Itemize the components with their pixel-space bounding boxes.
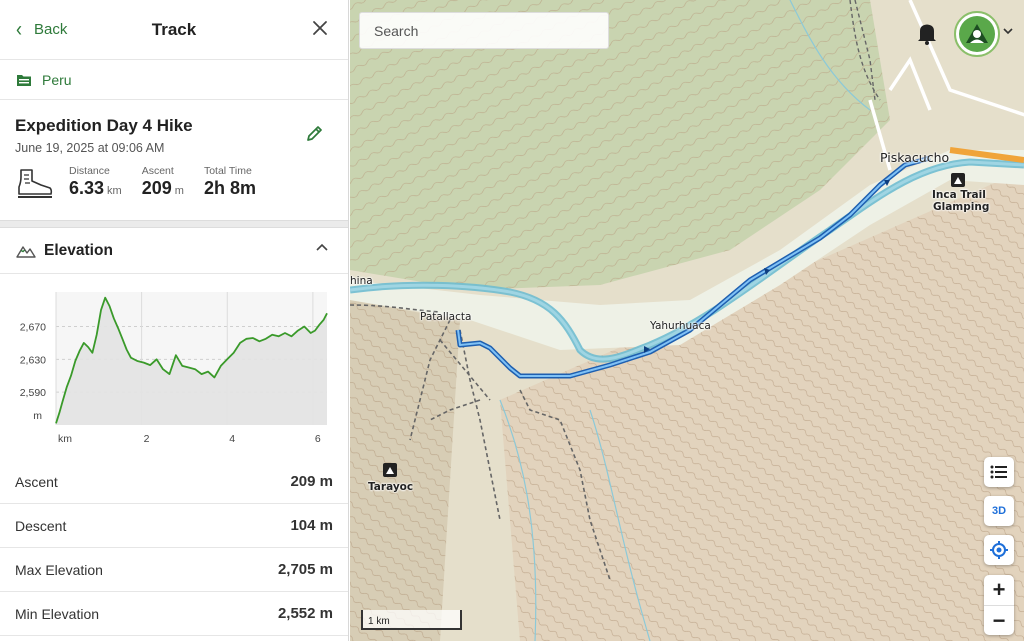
map-label-yahurhuaca: Yahurhuaca <box>650 320 711 332</box>
stat-ascent-unit: m <box>174 185 184 197</box>
close-icon[interactable] <box>310 18 330 38</box>
map-label-china: hina <box>350 275 373 287</box>
stat-ascent-label: Ascent <box>141 165 174 177</box>
elevation-chart: 2,670 2,630 2,590 m 2 4 6 km <box>20 292 328 445</box>
list-icon <box>990 465 1007 479</box>
folder-icon <box>17 74 31 86</box>
track-header: Expedition Day 4 Hike June 19, 2025 at 0… <box>0 100 348 220</box>
stat-total-time: Total Time 2h 8m <box>204 165 256 199</box>
summary-value: 2,705 m <box>277 561 333 578</box>
crosshair-icon <box>990 541 1008 559</box>
avatar-mountain-icon <box>959 16 995 52</box>
chart-y-tick-label: 2,630 <box>20 354 46 366</box>
elevation-summary: Ascent 209 m Descent 104 m Max Elevation… <box>0 460 348 636</box>
chart-y-tick-label: 2,590 <box>20 387 46 399</box>
search-input[interactable] <box>359 12 609 49</box>
user-avatar[interactable] <box>954 11 1000 57</box>
stat-distance-unit: km <box>107 185 122 197</box>
summary-label: Min Elevation <box>15 605 100 622</box>
stat-time-label: Total Time <box>203 165 252 177</box>
folder-label: Peru <box>42 71 72 88</box>
campsite-icon <box>951 173 965 187</box>
stat-distance-label: Distance <box>69 165 110 177</box>
section-divider <box>0 220 348 228</box>
stat-time-value: 2h 8m <box>203 178 256 198</box>
summary-value: 104 m <box>290 517 333 534</box>
map-label-piskacucho: Piskacucho <box>880 150 950 165</box>
map-label-patallacta: Patallacta <box>420 311 472 323</box>
summary-row: Ascent 209 m <box>0 460 348 504</box>
app-root: ‹ Back Track Peru Expedition Day 4 Hike … <box>0 0 1024 641</box>
map-label-tarayoc: Tarayoc <box>368 481 414 493</box>
hiking-boot-icon <box>18 169 53 198</box>
stat-ascent-value: 209 <box>141 178 172 198</box>
summary-value: 209 m <box>290 473 333 490</box>
summary-label: Max Elevation <box>15 561 103 578</box>
pencil-icon[interactable] <box>304 122 326 144</box>
elevation-section-label: Elevation <box>44 241 113 259</box>
stat-distance-value: 6.33 <box>69 178 105 198</box>
locate-me-button[interactable] <box>984 535 1014 565</box>
3d-toggle-button[interactable]: 3D <box>984 496 1014 526</box>
summary-value: 2,552 m <box>277 605 333 622</box>
zoom-in-button[interactable]: + <box>984 575 1014 605</box>
track-panel: ‹ Back Track Peru Expedition Day 4 Hike … <box>0 0 349 641</box>
zoom-controls: + − <box>984 575 1014 635</box>
folder-link[interactable]: Peru <box>0 60 348 100</box>
map-label-glamping: Glamping <box>933 201 990 213</box>
track-name: Expedition Day 4 Hike <box>15 116 193 135</box>
summary-row: Min Elevation 2,552 m <box>0 592 348 636</box>
summary-label: Ascent <box>15 473 58 490</box>
chevron-up-icon <box>316 243 328 251</box>
zoom-out-button[interactable]: − <box>984 605 1014 635</box>
notification-bell-icon[interactable] <box>915 20 939 46</box>
chart-x-tick-label: 2 <box>144 433 150 445</box>
track-date: June 19, 2025 at 09:06 AM <box>15 141 165 155</box>
back-button[interactable]: ‹ Back <box>0 16 68 41</box>
chart-y-unit: m <box>33 410 42 422</box>
topo-map[interactable]: hina Piskacucho Inca Trail Glamping Pata… <box>350 0 1024 641</box>
summary-row: Max Elevation 2,705 m <box>0 548 348 592</box>
chevron-down-icon[interactable] <box>1003 27 1013 35</box>
chart-x-tick-label: 6 <box>315 433 321 445</box>
panel-header: ‹ Back Track <box>0 0 348 60</box>
track-stats: Distance 6.33 km Ascent 209 m Total Time 2… <box>15 165 332 201</box>
map-label-inca-trail: Inca Trail <box>932 189 986 201</box>
stat-ascent: Ascent 209 m <box>142 165 184 199</box>
chart-x-unit: km <box>58 433 72 445</box>
back-label: Back <box>34 21 68 38</box>
mountain-icon <box>16 245 36 258</box>
summary-label: Descent <box>15 517 67 534</box>
chart-y-tick-label: 2,670 <box>20 321 46 333</box>
elevation-section-toggle[interactable]: Elevation <box>0 228 348 274</box>
summary-row: Descent 104 m <box>0 504 348 548</box>
campsite-icon <box>383 463 397 477</box>
chart-x-tick-label: 4 <box>229 433 235 445</box>
scale-bar: 1 km <box>361 610 462 630</box>
chevron-left-icon: ‹ <box>16 16 22 41</box>
layers-list-button[interactable] <box>984 457 1014 487</box>
stat-distance: Distance 6.33 km <box>69 165 122 199</box>
